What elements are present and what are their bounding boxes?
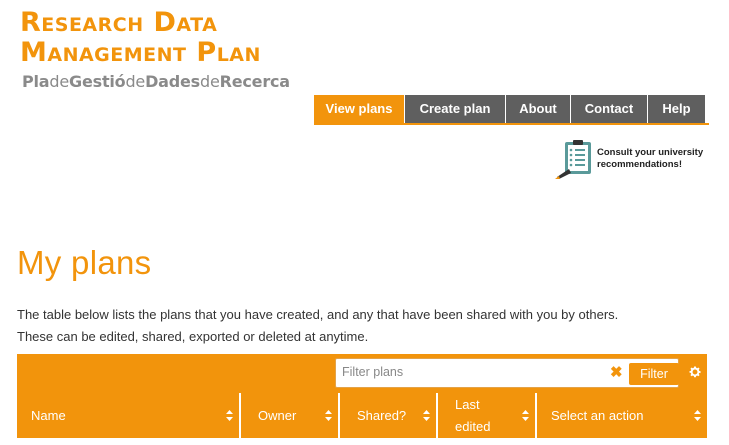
nav-underline [314,123,709,125]
filter-box: ✖ Filter [335,358,679,388]
nav-help[interactable]: Help [648,95,705,123]
nav-contact[interactable]: Contact [571,95,647,123]
logo-sub-part: de [200,72,220,91]
page-intro: The table below lists the plans that you… [17,304,618,348]
logo-sub-part: de [49,72,70,91]
nav-about[interactable]: About [506,95,570,123]
logo-title-line2: Management Plan [20,37,261,68]
sort-icon [694,410,701,421]
logo-sub-part: Recerca [219,72,290,91]
column-label: Shared? [357,407,407,423]
filter-button[interactable]: Filter [629,363,679,385]
sort-icon [325,410,332,421]
gear-icon[interactable] [688,365,702,379]
sort-icon [423,410,430,421]
consult-text: Consult your university recommendations! [597,147,703,171]
column-label: Owner [258,407,297,423]
logo-title-line1: Research Data [20,7,218,38]
logo-sub-part: Gestió [69,72,126,91]
page-title: My plans [17,244,152,281]
sort-icon [522,410,529,421]
column-label: Name [31,407,66,423]
clear-icon[interactable]: ✖ [610,364,623,382]
column-header-owner[interactable]: Owner [241,393,338,438]
intro-line-1: The table below lists the plans that you… [17,307,619,322]
logo-sub-part: Pla [22,72,50,91]
column-label: Select an action [551,407,644,423]
main-nav: View plans Create plan About Contact Hel… [314,95,705,123]
sort-icon [226,410,233,421]
site-logo[interactable]: Research Data Management Plan [20,8,261,68]
logo-sub-part: Dades [145,72,200,91]
nav-view-plans[interactable]: View plans [314,95,404,123]
consult-recommendations-link[interactable]: Consult your university recommendations! [555,139,703,179]
table-toolbar: ✖ Filter [17,354,707,393]
filter-input[interactable] [342,365,602,379]
logo-subtitle: PladeGestiódeDadesdeRecerca [22,72,290,91]
column-header-name[interactable]: Name [17,393,239,438]
plans-table-header: Name Owner Shared? Last edited Select an… [17,393,707,438]
column-label: Last edited [455,396,491,434]
logo-sub-part: de [125,72,146,91]
consult-line1: Consult your university [597,147,704,158]
consult-line2: recommendations! [597,159,682,170]
column-header-last-edited[interactable]: Last edited [438,393,535,438]
clipboard-icon [555,140,591,179]
column-header-shared[interactable]: Shared? [340,393,436,438]
nav-create-plan[interactable]: Create plan [405,95,505,123]
column-header-select-action[interactable]: Select an action [537,393,707,438]
intro-line-2: These can be edited, shared, exported or… [17,329,369,344]
